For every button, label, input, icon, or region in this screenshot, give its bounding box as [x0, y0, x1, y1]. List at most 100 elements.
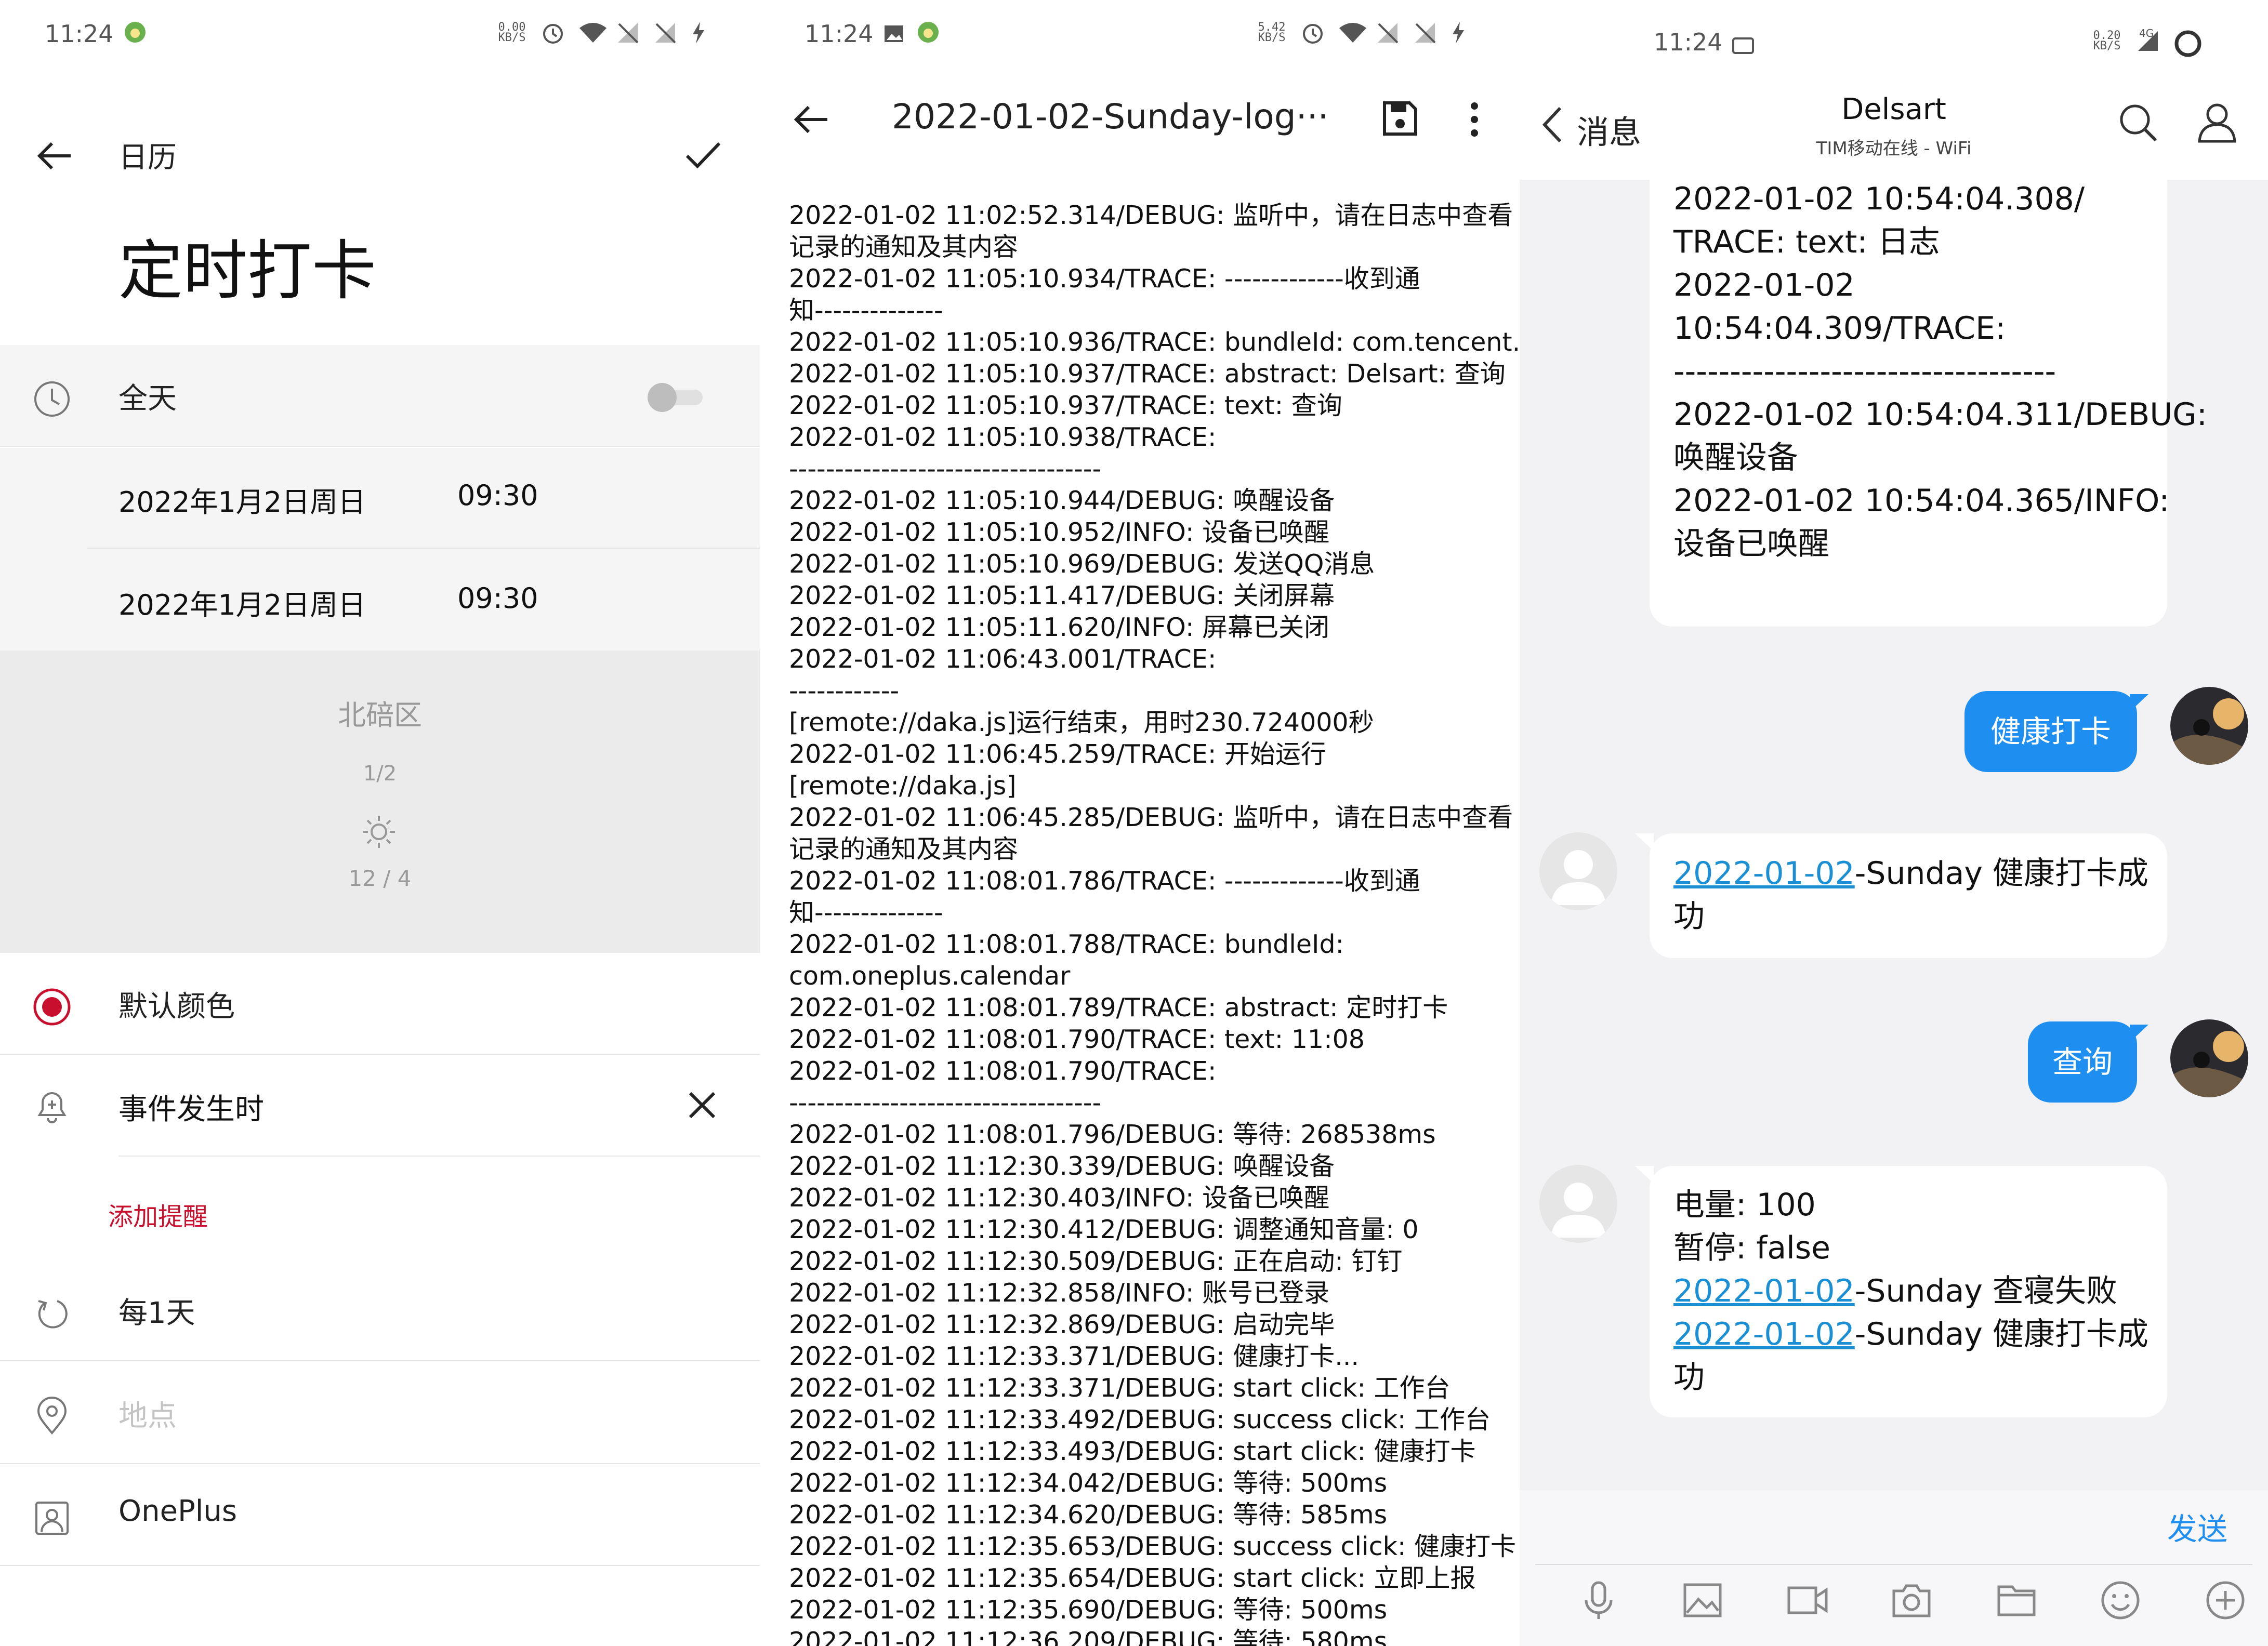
- log-line: 2022-01-02 11:12:33.371/DEBUG: 健康打卡...: [789, 1342, 1359, 1371]
- chat-panel: 11:24 0.20 KB/S 4G 消息 Delsart TIM移动在线 - W…: [1520, 0, 2268, 1646]
- start-time[interactable]: 09:30: [457, 479, 538, 512]
- log-line: 2022-01-02 11:08:01.790/TRACE: text: 11:…: [789, 1025, 1365, 1054]
- alarm-icon: [1301, 21, 1325, 45]
- color-row[interactable]: 默认颜色: [0, 953, 760, 1055]
- log-line: 2022-01-02 11:12:36.209/DEBUG: 等待: 580ms: [789, 1627, 1388, 1646]
- back-chevron-icon[interactable]: [1539, 104, 1565, 145]
- camera-icon[interactable]: [1891, 1579, 1932, 1621]
- send-button[interactable]: 发送: [2167, 1505, 2227, 1548]
- date-link[interactable]: 2022-01-02: [1673, 1273, 1855, 1309]
- location-placeholder: 地点: [118, 1399, 177, 1433]
- log-line: 2022-01-02 11:12:30.412/DEBUG: 调整通知音量: 0: [789, 1215, 1419, 1244]
- location-row[interactable]: 地点: [0, 1362, 760, 1464]
- log-line: 2022-01-02 11:06:45.285/DEBUG: 监听中，请在日志中…: [789, 803, 1513, 832]
- message-line: TRACE: text: 日志: [1673, 224, 1940, 260]
- log-line: 2022-01-02 11:05:10.936/TRACE: bundleId:…: [789, 327, 1520, 357]
- log-line: 2022-01-02 11:12:33.493/DEBUG: start cli…: [789, 1437, 1476, 1466]
- timezone-card[interactable]: 北碚区 1/2 12 / 4: [0, 651, 760, 953]
- account-label: OnePlus: [118, 1494, 238, 1528]
- received-message-bubble[interactable]: 2022-01-02-Sunday 健康打卡成功: [1650, 833, 2167, 958]
- temperature: 12 / 4: [348, 866, 412, 891]
- wifi-icon: [1338, 21, 1366, 45]
- message-line: 10:54:04.309/TRACE:: [1673, 310, 2006, 347]
- message-line: ----------------------------------: [1673, 353, 2056, 390]
- log-line: 2022-01-02 11:12:33.492/DEBUG: success c…: [789, 1405, 1491, 1435]
- back-arrow-icon[interactable]: [791, 99, 833, 140]
- log-line: 2022-01-02 11:12:33.371/DEBUG: start cli…: [789, 1373, 1451, 1403]
- message-text: 健康打卡: [1990, 714, 2111, 749]
- save-icon[interactable]: [1381, 100, 1419, 137]
- log-line: ------------: [789, 676, 900, 706]
- my-avatar[interactable]: [2170, 687, 2248, 765]
- contact-avatar[interactable]: [1539, 832, 1617, 910]
- all-day-toggle[interactable]: [642, 381, 708, 413]
- back-arrow-icon[interactable]: [34, 135, 76, 177]
- search-icon[interactable]: [2117, 102, 2159, 143]
- log-line: 2022-01-02 11:12:35.690/DEBUG: 等待: 500ms: [789, 1595, 1388, 1625]
- emoji-icon[interactable]: [2100, 1579, 2141, 1621]
- app-notification-icon: [123, 20, 148, 45]
- log-line: 2022-01-02 11:05:10.938/TRACE:: [789, 422, 1217, 452]
- video-icon[interactable]: [1787, 1579, 1828, 1621]
- no-sim-icon: [1376, 21, 1400, 45]
- log-line: [remote://daka.js]: [789, 771, 1017, 801]
- end-time[interactable]: 09:30: [457, 582, 538, 615]
- log-line: 2022-01-02 11:05:10.934/TRACE: ---------…: [789, 264, 1420, 294]
- reminder-row[interactable]: 事件发生时: [0, 1055, 760, 1157]
- charging-icon: [1451, 21, 1474, 45]
- message-text: 电量: 100 暂停: false 2022-01-02-Sunday 查寝失败…: [1673, 1187, 2148, 1396]
- plus-icon[interactable]: [2205, 1579, 2246, 1621]
- received-message-bubble[interactable]: 电量: 100 暂停: false 2022-01-02-Sunday 查寝失败…: [1650, 1166, 2167, 1417]
- mic-icon[interactable]: [1578, 1579, 1619, 1621]
- save-check-icon[interactable]: [682, 134, 723, 176]
- back-label[interactable]: 消息: [1577, 106, 1641, 153]
- event-title[interactable]: 定时打卡: [118, 218, 376, 312]
- date-block: 2022年1月2日周日 09:30 2022年1月2日周日 09:30: [0, 448, 760, 651]
- app-notification-icon: [916, 20, 941, 45]
- gallery-notification-icon: [884, 22, 904, 43]
- account-row[interactable]: OnePlus: [0, 1464, 760, 1566]
- charging-icon: [691, 21, 715, 45]
- log-line: com.oneplus.calendar: [789, 961, 1071, 991]
- more-options-icon[interactable]: [1468, 100, 1481, 139]
- start-date[interactable]: 2022年1月2日周日: [118, 479, 366, 520]
- message-bubble[interactable]: 2022-01-02 10:54:04.308/TRACE: text: 日志 2…: [1650, 156, 2207, 627]
- message-text: 2022-01-02-Sunday 健康打卡成功: [1673, 855, 2148, 935]
- message-input[interactable]: [1535, 1490, 2252, 1563]
- divider: [87, 548, 760, 549]
- log-line: 2022-01-02 11:12:35.654/DEBUG: start cli…: [789, 1563, 1476, 1593]
- date-link[interactable]: 2022-01-02: [1673, 1316, 1855, 1352]
- sent-message-bubble[interactable]: 查询: [2028, 1021, 2137, 1103]
- log-line: 2022-01-02 11:05:11.417/DEBUG: 关闭屏幕: [789, 581, 1335, 610]
- message-line: 唤醒设备: [1673, 440, 1798, 476]
- add-reminder-link[interactable]: 添加提醒: [108, 1196, 208, 1232]
- status-bar: 11:24 0.00 KB/S: [0, 0, 760, 68]
- log-line: 2022-01-02 11:02:52.314/DEBUG: 监听中，请在日志中…: [789, 201, 1513, 230]
- log-line: 2022-01-02 11:05:11.620/INFO: 屏幕已关闭: [789, 613, 1330, 642]
- profile-icon[interactable]: [2195, 100, 2239, 143]
- bubble-tail: [1635, 833, 1654, 852]
- back-label: 日历: [118, 141, 177, 175]
- log-line: 2022-01-02 11:12:30.403/INFO: 设备已唤醒: [789, 1183, 1330, 1213]
- message-text: 2022-01-02 10:54:04.308/TRACE: text: 日志 2…: [1673, 178, 2207, 566]
- sun-icon: [361, 814, 397, 850]
- folder-icon[interactable]: [1996, 1579, 2037, 1621]
- status-time: 11:24: [805, 20, 874, 48]
- my-avatar[interactable]: [2170, 1019, 2248, 1097]
- clock-icon: [32, 379, 72, 419]
- log-line: 记录的通知及其内容: [789, 834, 1019, 864]
- repeat-row[interactable]: 每1天: [0, 1259, 760, 1361]
- log-content[interactable]: 2022-01-02 11:02:52.314/DEBUG: 监听中，请在日志中…: [789, 200, 1520, 1646]
- sent-message-bubble[interactable]: 健康打卡: [1964, 691, 2137, 772]
- log-line: 知--------------: [789, 296, 943, 325]
- date-link[interactable]: 2022-01-02: [1673, 855, 1855, 892]
- log-line: 2022-01-02 11:12:30.509/DEBUG: 正在启动: 钉钉: [789, 1246, 1403, 1276]
- image-icon[interactable]: [1682, 1579, 1723, 1621]
- log-line: 2022-01-02 11:05:10.944/DEBUG: 唤醒设备: [789, 486, 1335, 515]
- contact-avatar[interactable]: [1539, 1165, 1617, 1243]
- end-date[interactable]: 2022年1月2日周日: [118, 582, 366, 623]
- calendar-panel: 11:24 0.00 KB/S 日历 定时打卡 全天 2022年1月2日周日 09…: [0, 0, 760, 1646]
- all-day-row[interactable]: 全天: [0, 345, 760, 447]
- status-time: 11:24: [45, 20, 114, 48]
- remove-reminder-icon[interactable]: [684, 1087, 720, 1123]
